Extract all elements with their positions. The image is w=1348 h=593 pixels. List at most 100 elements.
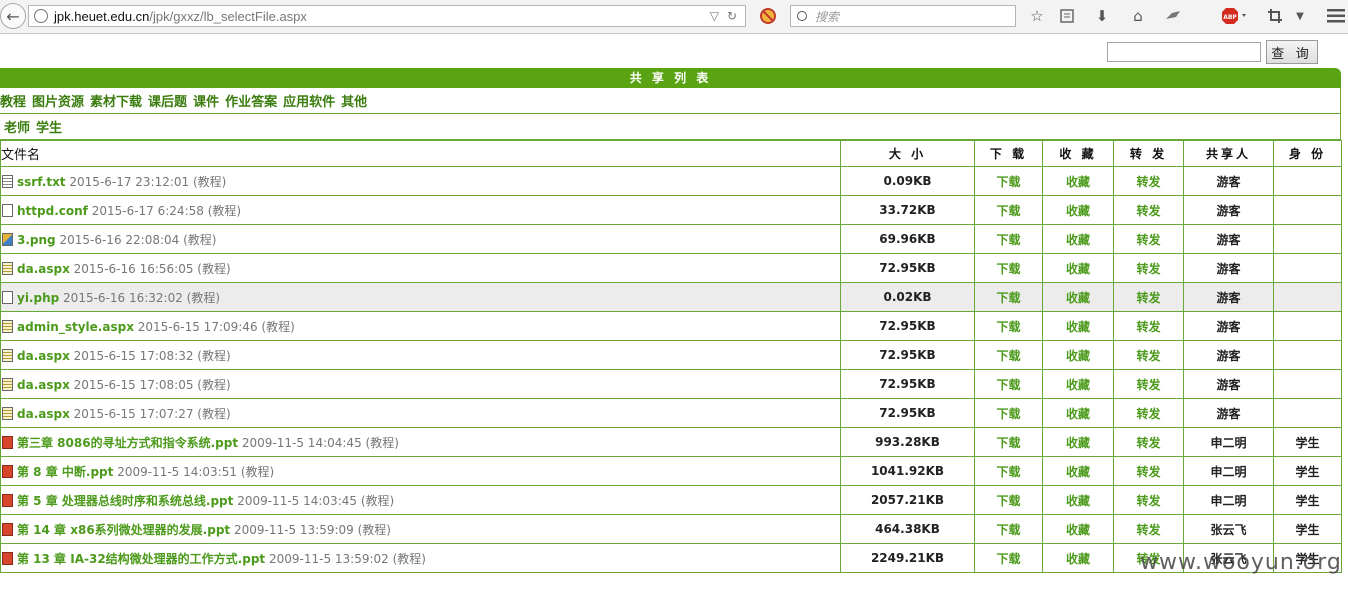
sharer-name: 游客 xyxy=(1183,166,1274,196)
file-meta: 2015-6-16 16:32:02 (教程) xyxy=(63,290,221,305)
role-link[interactable]: 学生 xyxy=(36,117,62,136)
menu-icon[interactable] xyxy=(1326,5,1346,27)
forward-link[interactable]: 转发 xyxy=(1113,398,1184,428)
download-link[interactable]: 下载 xyxy=(974,514,1043,544)
file-name-link[interactable]: ssrf.txt xyxy=(17,175,66,189)
file-meta: 2015-6-15 17:08:32 (教程) xyxy=(73,348,231,363)
watermark: www.wooyun.org xyxy=(1140,550,1342,575)
role-link[interactable]: 老师 xyxy=(4,117,30,136)
file-name-link[interactable]: admin_style.aspx xyxy=(17,320,134,334)
search-input[interactable]: 搜索 xyxy=(790,5,1016,27)
collect-link[interactable]: 收藏 xyxy=(1042,456,1114,486)
chevron-down-icon[interactable]: ▼ xyxy=(1292,5,1308,27)
collect-link[interactable]: 收藏 xyxy=(1042,195,1114,225)
download-link[interactable]: 下载 xyxy=(974,340,1043,370)
sharer-name: 申二明 xyxy=(1183,485,1274,515)
download-icon[interactable]: ⬇ xyxy=(1092,5,1112,27)
table-row: da.aspx 2015-6-15 17:08:05 (教程) 72.95KB 下载… xyxy=(0,369,1342,399)
file-name-cell: yi.php 2015-6-16 16:32:02 (教程) xyxy=(0,282,841,312)
forward-link[interactable]: 转发 xyxy=(1113,253,1184,283)
sharer-identity: 学生 xyxy=(1273,456,1342,486)
download-link[interactable]: 下载 xyxy=(974,224,1043,254)
download-link[interactable]: 下载 xyxy=(974,456,1043,486)
sharer-name: 游客 xyxy=(1183,282,1274,312)
collect-link[interactable]: 收藏 xyxy=(1042,398,1114,428)
file-name-link[interactable]: httpd.conf xyxy=(17,204,88,218)
address-bar[interactable]: jpk.heuet.edu.cn/jpk/gxxz/lb_selectFile.… xyxy=(28,5,746,27)
file-name-link[interactable]: da.aspx xyxy=(17,378,70,392)
table-row: admin_style.aspx 2015-6-15 17:09:46 (教程)… xyxy=(0,311,1342,341)
collect-link[interactable]: 收藏 xyxy=(1042,369,1114,399)
download-link[interactable]: 下载 xyxy=(974,369,1043,399)
reload-icon[interactable]: ↻ xyxy=(727,9,737,23)
forward-link[interactable]: 转发 xyxy=(1113,195,1184,225)
file-name-link[interactable]: da.aspx xyxy=(17,349,70,363)
download-link[interactable]: 下载 xyxy=(974,485,1043,515)
file-name-link[interactable]: 3.png xyxy=(17,233,56,247)
page-search-input[interactable] xyxy=(1107,42,1261,62)
home-icon[interactable]: ⌂ xyxy=(1127,5,1149,27)
file-name-link[interactable]: 第三章 8086的寻址方式和指令系统.ppt xyxy=(17,436,238,450)
file-name-link[interactable]: 第 8 章 中断.ppt xyxy=(17,465,113,479)
forward-link[interactable]: 转发 xyxy=(1113,282,1184,312)
collect-link[interactable]: 收藏 xyxy=(1042,340,1114,370)
file-size: 72.95KB xyxy=(840,253,975,283)
download-link[interactable]: 下载 xyxy=(974,253,1043,283)
download-link[interactable]: 下载 xyxy=(974,427,1043,457)
download-link[interactable]: 下载 xyxy=(974,282,1043,312)
sharer-identity xyxy=(1273,282,1342,312)
blocked-icon[interactable] xyxy=(758,5,778,27)
collect-link[interactable]: 收藏 xyxy=(1042,253,1114,283)
forward-link[interactable]: 转发 xyxy=(1113,514,1184,544)
file-meta: 2009-11-5 14:04:45 (教程) xyxy=(241,435,399,450)
adblock-icon[interactable]: ABP xyxy=(1220,5,1250,27)
download-link[interactable]: 下载 xyxy=(974,195,1043,225)
query-button[interactable]: 查 询 xyxy=(1266,40,1318,64)
collect-link[interactable]: 收藏 xyxy=(1042,311,1114,341)
download-link[interactable]: 下载 xyxy=(974,311,1043,341)
file-name-link[interactable]: da.aspx xyxy=(17,407,70,421)
file-size: 72.95KB xyxy=(840,398,975,428)
back-arrow-icon[interactable]: ← xyxy=(0,3,26,29)
table-row: yi.php 2015-6-16 16:32:02 (教程) 0.02KB 下载 收藏… xyxy=(0,282,1342,312)
star-icon[interactable]: ☆ xyxy=(1027,5,1047,27)
download-link[interactable]: 下载 xyxy=(974,543,1043,573)
collect-link[interactable]: 收藏 xyxy=(1042,543,1114,573)
collect-link[interactable]: 收藏 xyxy=(1042,514,1114,544)
collect-link[interactable]: 收藏 xyxy=(1042,282,1114,312)
crop-icon[interactable] xyxy=(1264,5,1286,27)
dropdown-arrow-icon[interactable]: ▽ xyxy=(710,9,719,23)
file-name-link[interactable]: 第 5 章 处理器总线时序和系统总线.ppt xyxy=(17,494,233,508)
category-link[interactable]: 作业答案 xyxy=(225,91,277,110)
category-link[interactable]: 课件 xyxy=(193,91,219,110)
file-name-link[interactable]: 第 13 章 IA-32结构微处理器的工作方式.ppt xyxy=(17,552,265,566)
sharer-identity xyxy=(1273,311,1342,341)
category-link[interactable]: 其他 xyxy=(341,91,367,110)
forward-link[interactable]: 转发 xyxy=(1113,485,1184,515)
collect-link[interactable]: 收藏 xyxy=(1042,224,1114,254)
forward-link[interactable]: 转发 xyxy=(1113,340,1184,370)
category-link[interactable]: 应用软件 xyxy=(283,91,335,110)
collect-link[interactable]: 收藏 xyxy=(1042,427,1114,457)
forward-link[interactable]: 转发 xyxy=(1113,311,1184,341)
table-row: 第 8 章 中断.ppt 2009-11-5 14:03:51 (教程) 1041… xyxy=(0,456,1342,486)
collect-link[interactable]: 收藏 xyxy=(1042,485,1114,515)
extension-icon[interactable] xyxy=(1162,5,1184,27)
category-link[interactable]: 图片资源 xyxy=(32,91,84,110)
sharer-name: 游客 xyxy=(1183,311,1274,341)
file-name-link[interactable]: da.aspx xyxy=(17,262,70,276)
collect-link[interactable]: 收藏 xyxy=(1042,166,1114,196)
reading-list-icon[interactable] xyxy=(1057,5,1077,27)
forward-link[interactable]: 转发 xyxy=(1113,166,1184,196)
forward-link[interactable]: 转发 xyxy=(1113,456,1184,486)
category-link[interactable]: 教程 xyxy=(0,91,26,110)
download-link[interactable]: 下载 xyxy=(974,166,1043,196)
forward-link[interactable]: 转发 xyxy=(1113,369,1184,399)
category-link[interactable]: 素材下载 xyxy=(90,91,142,110)
forward-link[interactable]: 转发 xyxy=(1113,427,1184,457)
file-name-link[interactable]: 第 14 章 x86系列微处理器的发展.ppt xyxy=(17,523,230,537)
category-link[interactable]: 课后题 xyxy=(148,91,187,110)
file-name-link[interactable]: yi.php xyxy=(17,291,59,305)
forward-link[interactable]: 转发 xyxy=(1113,224,1184,254)
download-link[interactable]: 下载 xyxy=(974,398,1043,428)
